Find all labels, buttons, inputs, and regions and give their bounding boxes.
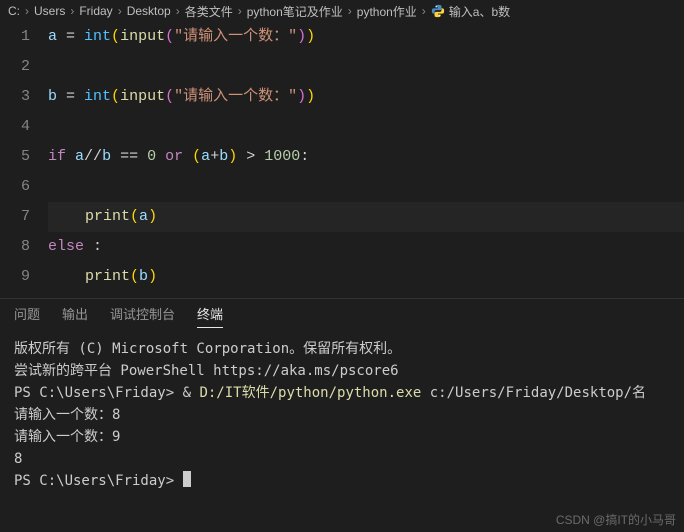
code-line[interactable]: else :: [48, 232, 684, 262]
line-number: 6: [0, 172, 30, 202]
panel-tab-1[interactable]: 输出: [62, 300, 88, 327]
line-number: 2: [0, 52, 30, 82]
line-number: 8: [0, 232, 30, 262]
panel-tabs: 问题输出调试控制台终端: [0, 298, 684, 328]
terminal-line: 请输入一个数：9: [14, 426, 670, 448]
terminal-line: 版权所有 (C) Microsoft Corporation。保留所有权利。: [14, 338, 670, 360]
breadcrumb-separator: ›: [348, 4, 352, 18]
breadcrumb-item[interactable]: python笔记及作业: [247, 3, 343, 20]
code-line[interactable]: b = int(input("请输入一个数：")): [48, 82, 684, 112]
terminal-line: 尝试新的跨平台 PowerShell https://aka.ms/pscore…: [14, 360, 670, 382]
breadcrumb-separator: ›: [25, 4, 29, 18]
line-number: 5: [0, 142, 30, 172]
terminal-line: 请输入一个数：8: [14, 404, 670, 426]
breadcrumb-separator: ›: [422, 4, 426, 18]
breadcrumb: C: › Users › Friday › Desktop › 各类文件 › python笔记及作业…: [0, 0, 684, 22]
line-number-gutter: 123456789: [0, 22, 48, 298]
breadcrumb-separator: ›: [238, 4, 242, 18]
line-number: 9: [0, 262, 30, 292]
watermark: CSDN @搞IT的小马哥: [556, 511, 676, 528]
panel-tab-0[interactable]: 问题: [14, 300, 40, 327]
breadcrumb-separator: ›: [176, 4, 180, 18]
terminal-cursor: [183, 471, 191, 487]
breadcrumb-item[interactable]: python作业: [357, 3, 417, 20]
breadcrumb-item[interactable]: Desktop: [127, 4, 171, 18]
breadcrumb-item[interactable]: C:: [8, 4, 20, 18]
breadcrumb-separator: ›: [70, 4, 74, 18]
breadcrumb-item[interactable]: Users: [34, 4, 65, 18]
code-line[interactable]: a = int(input("请输入一个数：")): [48, 22, 684, 52]
terminal-panel[interactable]: 版权所有 (C) Microsoft Corporation。保留所有权利。尝试…: [0, 328, 684, 496]
code-line[interactable]: if a//b == 0 or (a+b) > 1000:: [48, 142, 684, 172]
python-file-icon: [431, 4, 445, 18]
terminal-line: PS C:\Users\Friday>: [14, 470, 670, 492]
panel-tab-3[interactable]: 终端: [197, 300, 223, 328]
line-number: 7: [0, 202, 30, 232]
code-line[interactable]: [48, 112, 684, 142]
code-line[interactable]: [48, 172, 684, 202]
line-number: 3: [0, 82, 30, 112]
panel-tab-2[interactable]: 调试控制台: [110, 300, 175, 327]
terminal-line: PS C:\Users\Friday> & D:/IT软件/python/pyt…: [14, 382, 670, 404]
line-number: 4: [0, 112, 30, 142]
code-line[interactable]: [48, 52, 684, 82]
breadcrumb-item[interactable]: Friday: [79, 4, 112, 18]
breadcrumb-separator: ›: [118, 4, 122, 18]
current-line-highlight: [48, 202, 684, 232]
breadcrumb-item[interactable]: 输入a、b数: [449, 3, 510, 20]
code-editor[interactable]: 123456789 a = int(input("请输入一个数：")) b = i…: [0, 22, 684, 298]
terminal-line: 8: [14, 448, 670, 470]
line-number: 1: [0, 22, 30, 52]
code-area[interactable]: a = int(input("请输入一个数：")) b = int(input("…: [48, 22, 684, 298]
code-line[interactable]: print(b): [48, 262, 684, 292]
breadcrumb-item[interactable]: 各类文件: [185, 3, 233, 20]
